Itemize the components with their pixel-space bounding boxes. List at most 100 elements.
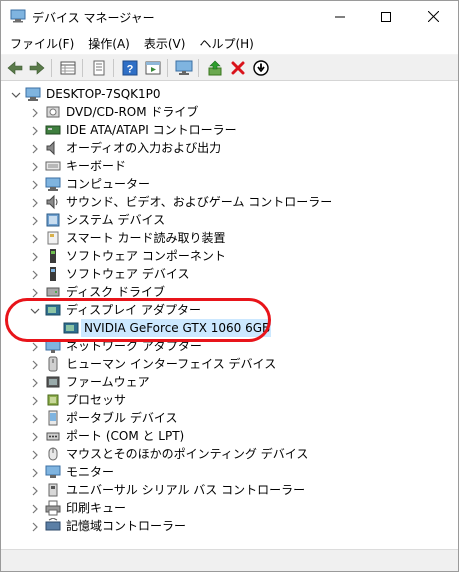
software-device-icon [45, 266, 61, 282]
chevron-right-icon[interactable] [30, 395, 40, 406]
maximize-button[interactable] [363, 1, 409, 32]
tree-item-label: DVD/CD-ROM ドライブ [66, 105, 199, 119]
tree-category-row[interactable]: ヒューマン インターフェイス デバイス [1, 355, 458, 373]
tree-category-row[interactable]: ポート (COM と LPT) [1, 427, 458, 445]
computer-icon [45, 176, 61, 192]
properties-grid-icon[interactable] [58, 58, 78, 78]
dvd-drive-icon [45, 104, 61, 120]
tree-item-label: 記憶域コントローラー [66, 519, 187, 533]
chevron-right-icon[interactable] [30, 107, 40, 118]
help-icon[interactable]: ? [120, 58, 140, 78]
tree-category-row[interactable]: キーボード [1, 157, 458, 175]
tree-category-row[interactable]: モニター [1, 463, 458, 481]
tree-category-row[interactable]: ポータブル デバイス [1, 409, 458, 427]
menu-view[interactable]: 表示(V) [137, 35, 193, 52]
tree-category-row[interactable]: マウスとそのほかのポインティング デバイス [1, 445, 458, 463]
tree-item-label: 印刷キュー [66, 501, 127, 515]
system-device-icon [45, 212, 61, 228]
chevron-right-icon[interactable] [30, 125, 40, 136]
smart-card-icon [45, 230, 61, 246]
tree-category-row[interactable]: ユニバーサル シリアル バス コントローラー [1, 481, 458, 499]
chevron-right-icon[interactable] [30, 377, 40, 388]
toolbar-separator [167, 59, 168, 77]
tree-item-label: ソフトウェア コンポーネント [66, 249, 226, 263]
close-button[interactable] [410, 1, 456, 32]
run-icon[interactable] [143, 58, 163, 78]
chevron-right-icon[interactable] [30, 215, 40, 226]
tree-category-row[interactable]: ソフトウェア デバイス [1, 265, 458, 283]
menu-file[interactable]: ファイル(F) [3, 35, 81, 52]
toolbar: ? [1, 54, 458, 81]
chevron-right-icon[interactable] [30, 485, 40, 496]
download-icon[interactable] [251, 58, 271, 78]
chevron-right-icon[interactable] [30, 467, 40, 478]
chevron-down-icon[interactable] [11, 89, 21, 99]
tree-category-row[interactable]: プロセッサ [1, 391, 458, 409]
back-arrow-icon[interactable] [5, 58, 25, 78]
firmware-icon [45, 374, 61, 390]
tree-category-row[interactable]: 記憶域コントローラー [1, 517, 458, 535]
minimize-button[interactable] [317, 1, 363, 32]
tree-item-label: コンピューター [66, 177, 151, 191]
chevron-right-icon[interactable] [30, 143, 40, 154]
hid-icon [45, 356, 61, 372]
tree-item-label: ポータブル デバイス [66, 411, 178, 425]
toolbar-separator [113, 59, 114, 77]
tree-category-row[interactable]: スマート カード読み取り装置 [1, 229, 458, 247]
update-driver-icon[interactable] [205, 58, 225, 78]
chevron-right-icon[interactable] [30, 431, 40, 442]
delete-x-icon[interactable] [228, 58, 248, 78]
chevron-right-icon[interactable] [30, 269, 40, 280]
title-bar[interactable]: デバイス マネージャー [1, 1, 458, 32]
chevron-right-icon[interactable] [30, 503, 40, 514]
forward-arrow-icon[interactable] [27, 58, 47, 78]
tree-item-label: モニター [66, 465, 115, 479]
processor-icon [45, 392, 61, 408]
mouse-icon [45, 446, 61, 462]
tree-category-row[interactable]: ファームウェア [1, 373, 458, 391]
tree-item-label: ユニバーサル シリアル バス コントローラー [66, 483, 306, 497]
chevron-right-icon[interactable] [30, 341, 40, 352]
chevron-right-icon[interactable] [30, 197, 40, 208]
tree-category-row[interactable]: システム デバイス [1, 211, 458, 229]
tree-item-label: スマート カード読み取り装置 [66, 231, 226, 245]
chevron-right-icon[interactable] [30, 233, 40, 244]
tree-root[interactable]: DESKTOP-7SQK1P0 [1, 85, 458, 103]
toolbar-separator [198, 59, 199, 77]
document-icon[interactable] [89, 58, 109, 78]
tree-category-row[interactable]: オーディオの入力および出力 [1, 139, 458, 157]
menu-action[interactable]: 操作(A) [81, 35, 137, 52]
printer-icon [45, 500, 61, 516]
chevron-right-icon[interactable] [30, 413, 40, 424]
tree-category-row[interactable]: サウンド、ビデオ、およびゲーム コントローラー [1, 193, 458, 211]
chevron-right-icon[interactable] [30, 287, 40, 298]
red-highlight-annotation [5, 298, 271, 342]
window-title: デバイス マネージャー [32, 11, 155, 25]
tree-item-label: ファームウェア [66, 375, 150, 389]
tree-item-label: マウスとそのほかのポインティング デバイス [66, 447, 309, 461]
tree-category-row[interactable]: 印刷キュー [1, 499, 458, 517]
monitor-icon [45, 464, 61, 480]
tree-category-row[interactable]: コンピューター [1, 175, 458, 193]
tree-category-row[interactable]: IDE ATA/ATAPI コントローラー [1, 121, 458, 139]
chevron-right-icon[interactable] [30, 179, 40, 190]
portable-device-icon [45, 410, 61, 426]
chevron-right-icon[interactable] [30, 161, 40, 172]
port-icon [45, 428, 61, 444]
tree-category-row[interactable]: ソフトウェア コンポーネント [1, 247, 458, 265]
speaker-icon [45, 140, 61, 156]
monitor-icon[interactable] [174, 58, 194, 78]
chevron-right-icon[interactable] [30, 251, 40, 262]
computer-icon [25, 86, 41, 102]
tree-item-label: サウンド、ビデオ、およびゲーム コントローラー [66, 195, 333, 209]
chevron-right-icon[interactable] [30, 449, 40, 460]
tree-category-row[interactable]: DVD/CD-ROM ドライブ [1, 103, 458, 121]
chevron-right-icon[interactable] [30, 521, 40, 532]
toolbar-separator [82, 59, 83, 77]
chevron-right-icon[interactable] [30, 359, 40, 370]
keyboard-icon [45, 158, 61, 174]
tree-root-label: DESKTOP-7SQK1P0 [46, 87, 161, 101]
status-bar [1, 549, 458, 571]
menu-bar: ファイル(F) 操作(A) 表示(V) ヘルプ(H) [1, 32, 458, 54]
menu-help[interactable]: ヘルプ(H) [192, 35, 260, 52]
